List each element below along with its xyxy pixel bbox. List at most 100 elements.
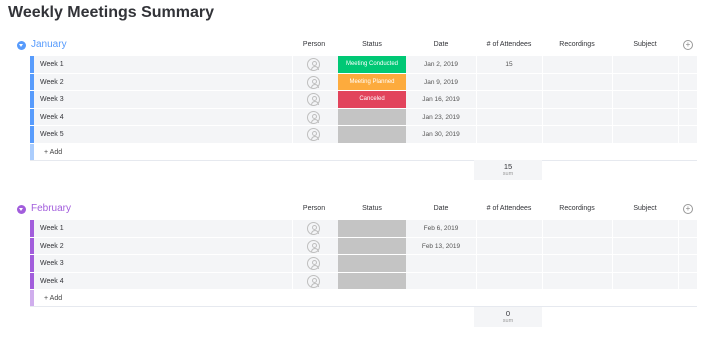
status-label[interactable] xyxy=(338,255,406,272)
column-divider xyxy=(292,126,293,143)
column-divider xyxy=(612,220,613,237)
sum-label: sum xyxy=(502,318,514,324)
item-name[interactable]: Week 1 xyxy=(40,220,64,237)
date-cell[interactable]: Jan 23, 2019 xyxy=(406,109,476,126)
date-cell[interactable]: Jan 2, 2019 xyxy=(406,56,476,73)
person-avatar-icon[interactable] xyxy=(307,239,320,253)
column-header-status[interactable]: Status xyxy=(338,41,406,48)
column-header-person[interactable]: Person xyxy=(292,205,336,212)
column-divider xyxy=(678,91,679,108)
person-avatar-icon[interactable] xyxy=(307,93,320,106)
person-avatar-icon[interactable] xyxy=(307,222,320,235)
column-header-attendees[interactable]: # of Attendees xyxy=(476,41,542,48)
date-cell[interactable]: Feb 13, 2019 xyxy=(406,238,476,255)
date-cell[interactable]: Jan 16, 2019 xyxy=(406,91,476,108)
column-header-date[interactable]: Date xyxy=(406,41,476,48)
item-name[interactable]: Week 3 xyxy=(40,255,64,272)
item-name[interactable]: Week 2 xyxy=(40,238,64,255)
item-list: Week 1 Feb 6, 2019 Week 2 Feb 13, 2019 W… xyxy=(30,220,697,307)
person-avatar-icon[interactable] xyxy=(307,110,320,124)
chevron-down-icon[interactable] xyxy=(17,41,26,50)
item-name[interactable]: Week 1 xyxy=(40,56,64,73)
column-divider xyxy=(476,56,477,73)
table-row[interactable]: Week 4 Jan 23, 2019 xyxy=(30,108,697,126)
status-label[interactable] xyxy=(338,272,406,289)
table-row[interactable]: Week 2 Meeting Planned Jan 9, 2019 xyxy=(30,73,697,91)
column-divider xyxy=(612,91,613,108)
column-divider xyxy=(542,126,543,143)
item-name[interactable]: Week 4 xyxy=(40,109,64,126)
column-divider xyxy=(678,272,679,289)
table-row[interactable]: Week 5 Jan 30, 2019 xyxy=(30,126,697,144)
row-color-strip xyxy=(30,108,34,125)
table-row[interactable]: Week 1 Meeting Conducted Jan 2, 2019 15 xyxy=(30,56,697,74)
attendees-cell[interactable]: 15 xyxy=(476,56,542,73)
add-item-button[interactable]: + Add xyxy=(44,144,62,161)
group-february: February Person Status Date # of Attende… xyxy=(0,201,709,327)
add-column-icon[interactable]: + xyxy=(683,40,693,50)
row-color-strip xyxy=(30,255,34,272)
row-color-strip xyxy=(30,143,34,160)
column-divider xyxy=(476,220,477,237)
item-name[interactable]: Week 3 xyxy=(40,91,64,108)
column-divider xyxy=(292,272,293,289)
column-divider xyxy=(678,126,679,143)
column-divider xyxy=(476,272,477,289)
status-label[interactable] xyxy=(338,108,406,125)
column-header-status[interactable]: Status xyxy=(338,205,406,212)
column-divider xyxy=(542,56,543,73)
date-cell[interactable]: Jan 30, 2019 xyxy=(406,126,476,143)
status-label[interactable] xyxy=(338,126,406,143)
column-header-recordings[interactable]: Recordings xyxy=(542,41,612,48)
table-row[interactable]: Week 1 Feb 6, 2019 xyxy=(30,220,697,238)
add-item-row[interactable]: + Add xyxy=(30,143,697,161)
sum-value: 15 xyxy=(503,162,513,171)
table-row[interactable]: Week 3 xyxy=(30,255,697,273)
column-divider xyxy=(292,108,293,125)
table-row[interactable]: Week 3 Canceled Jan 16, 2019 xyxy=(30,91,697,109)
status-label[interactable]: Canceled xyxy=(338,91,406,108)
column-header-date[interactable]: Date xyxy=(406,205,476,212)
date-cell[interactable]: Jan 9, 2019 xyxy=(406,74,476,91)
table-row[interactable]: Week 4 xyxy=(30,272,697,290)
status-label[interactable]: Meeting Planned xyxy=(338,73,406,90)
row-color-strip xyxy=(30,56,34,73)
chevron-down-icon[interactable] xyxy=(17,205,26,214)
person-avatar-icon[interactable] xyxy=(307,274,320,288)
person-avatar-icon[interactable] xyxy=(307,257,320,270)
column-divider xyxy=(542,91,543,108)
add-column-icon[interactable]: + xyxy=(683,204,693,214)
column-header-person[interactable]: Person xyxy=(292,41,336,48)
column-divider xyxy=(476,73,477,90)
column-divider xyxy=(612,108,613,125)
group-header: February Person Status Date # of Attende… xyxy=(0,201,709,218)
column-header-subject[interactable]: Subject xyxy=(612,205,678,212)
sum-value: 0 xyxy=(505,309,511,318)
item-name[interactable]: Week 4 xyxy=(40,273,64,290)
person-avatar-icon[interactable] xyxy=(307,75,320,89)
column-header-attendees[interactable]: # of Attendees xyxy=(476,205,542,212)
column-header-subject[interactable]: Subject xyxy=(612,41,678,48)
column-header-recordings[interactable]: Recordings xyxy=(542,205,612,212)
item-list: Week 1 Meeting Conducted Jan 2, 2019 15 … xyxy=(30,56,697,161)
column-divider xyxy=(678,108,679,125)
row-color-strip xyxy=(30,91,34,108)
column-divider xyxy=(542,255,543,272)
add-item-button[interactable]: + Add xyxy=(44,290,62,307)
attendees-sum: 0 sum xyxy=(474,307,542,327)
item-name[interactable]: Week 2 xyxy=(40,74,64,91)
group-title[interactable]: January xyxy=(31,39,67,50)
column-divider xyxy=(612,272,613,289)
status-label[interactable] xyxy=(338,220,406,237)
item-name[interactable]: Week 5 xyxy=(40,126,64,143)
group-title[interactable]: February xyxy=(31,203,71,214)
status-label[interactable]: Meeting Conducted xyxy=(338,56,406,73)
person-avatar-icon[interactable] xyxy=(307,58,320,71)
table-row[interactable]: Week 2 Feb 13, 2019 xyxy=(30,237,697,255)
date-cell[interactable]: Feb 6, 2019 xyxy=(406,220,476,237)
status-label[interactable] xyxy=(338,237,406,254)
column-divider xyxy=(678,255,679,272)
add-item-row[interactable]: + Add xyxy=(30,290,697,307)
column-divider xyxy=(476,91,477,108)
person-avatar-icon[interactable] xyxy=(307,128,320,141)
